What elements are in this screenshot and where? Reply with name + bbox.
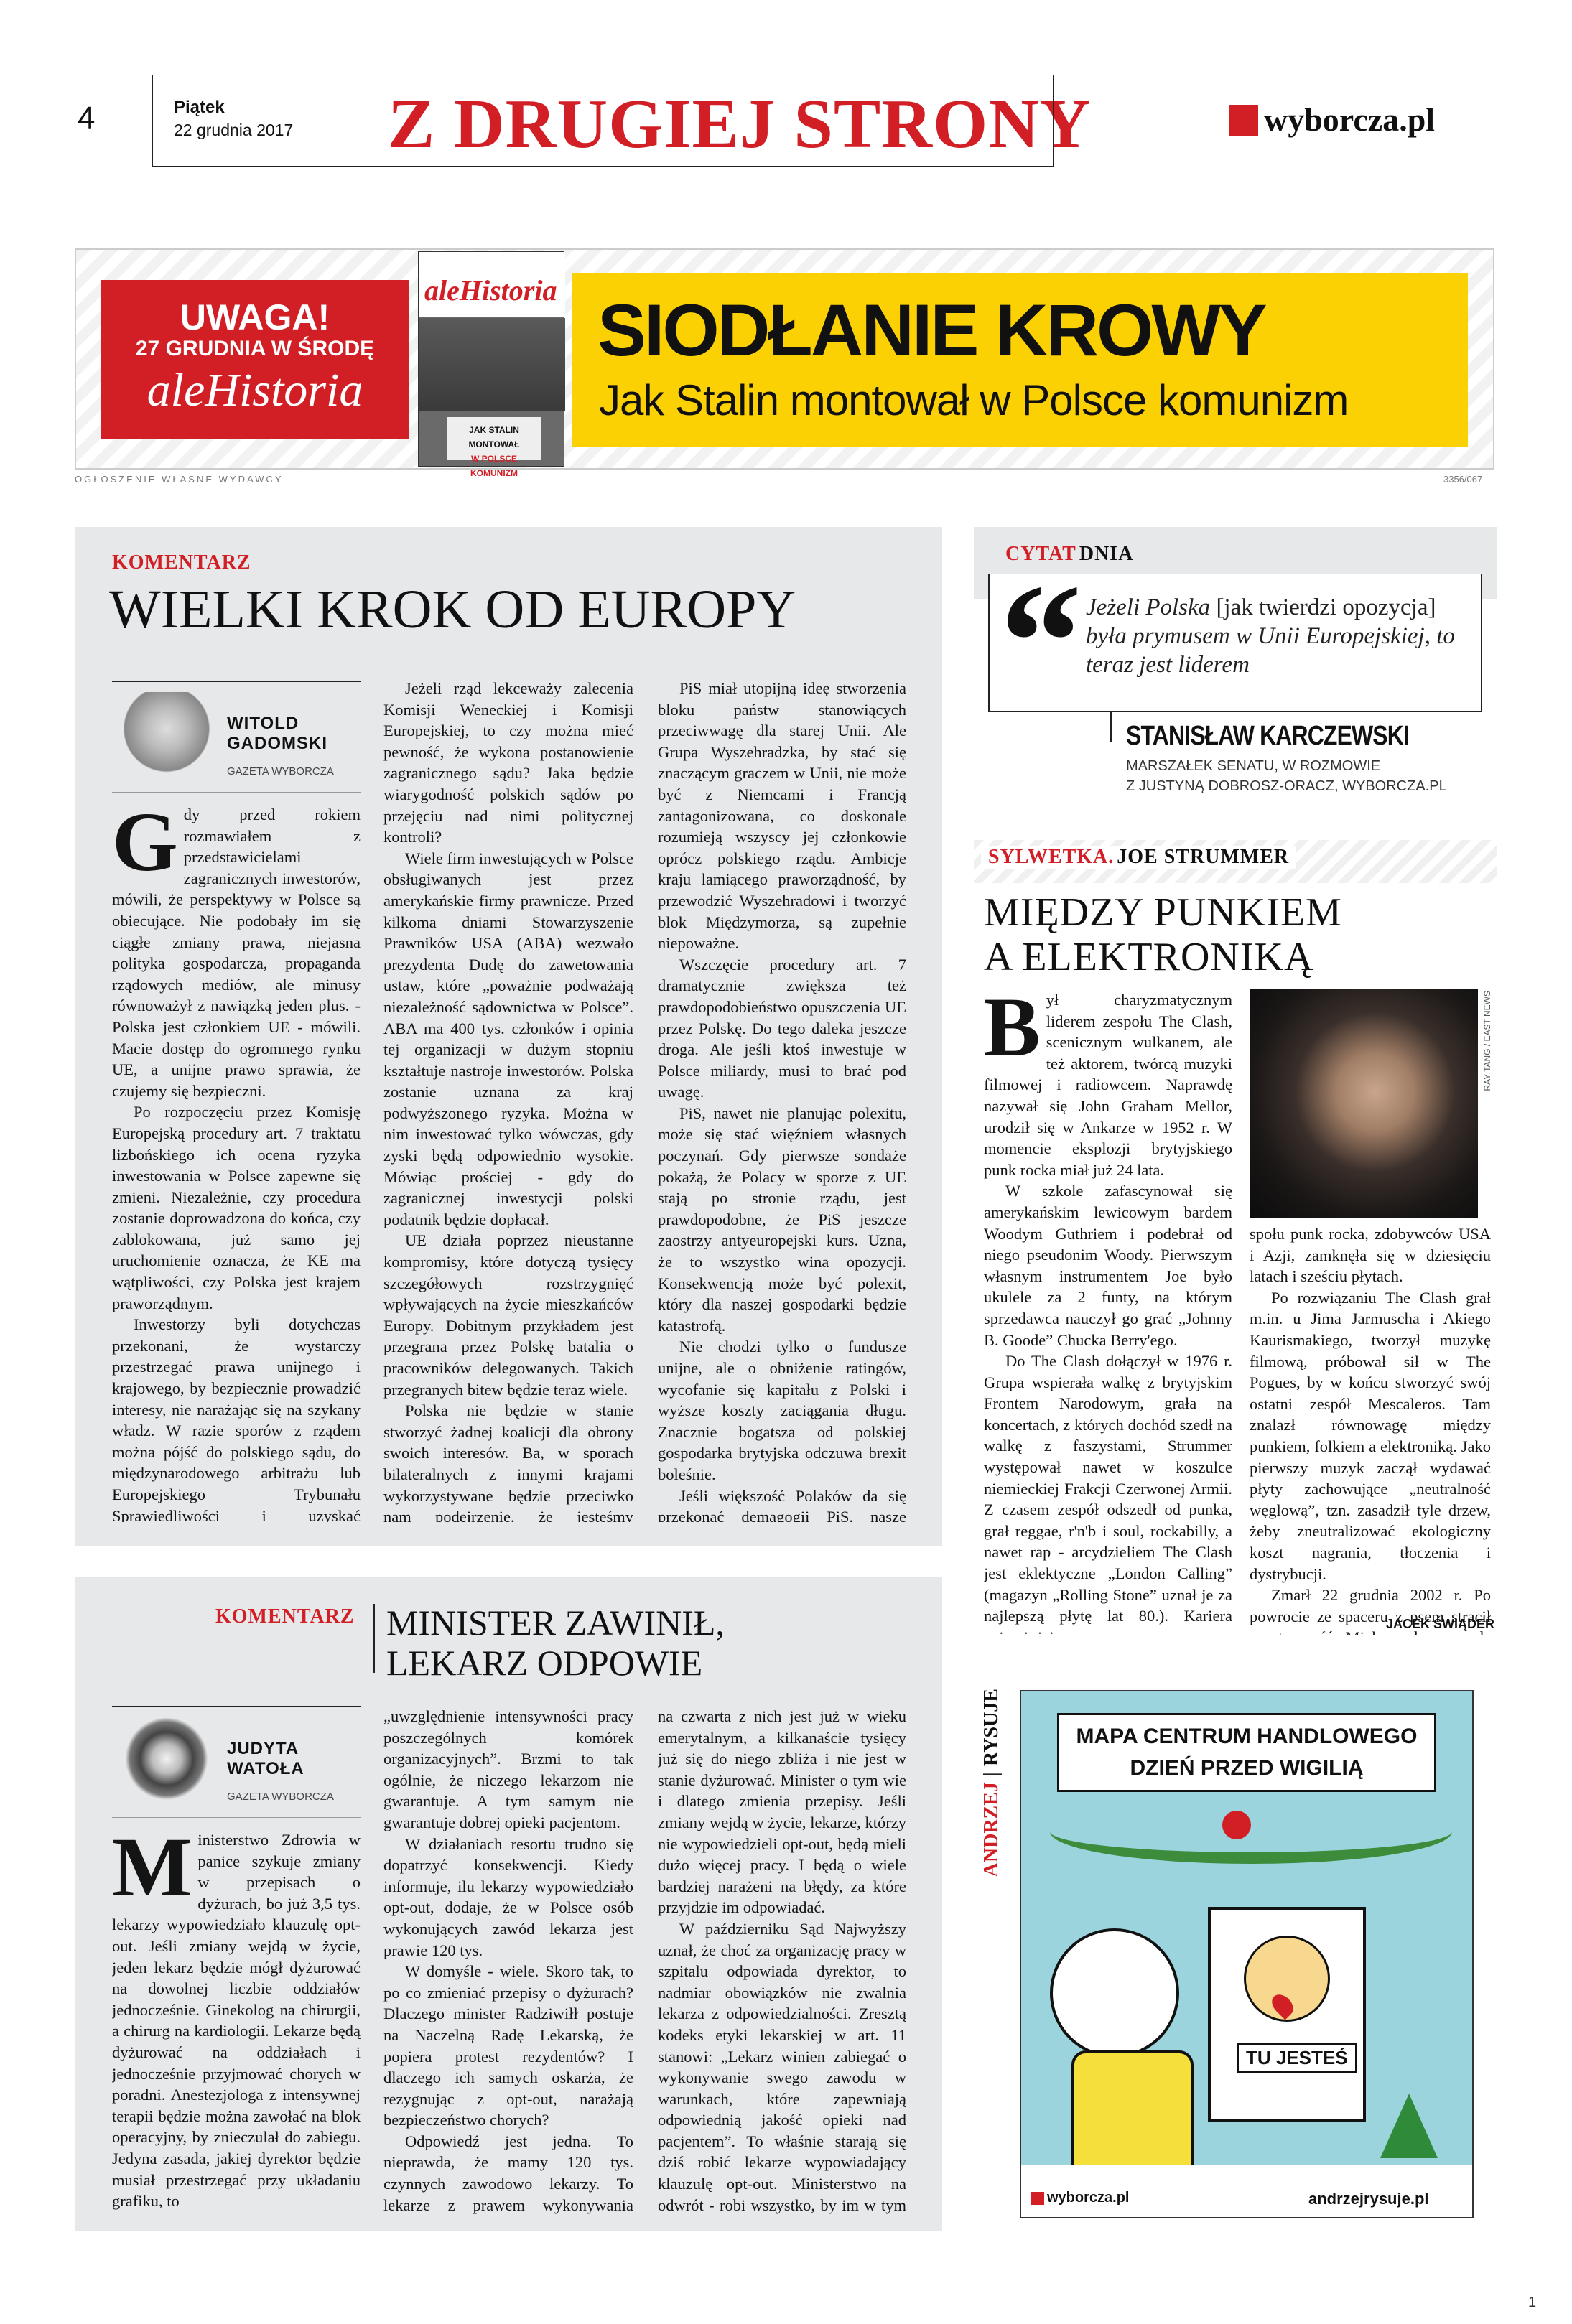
commentary-1-column-1: G dy przed rokiem rozmawiałem z przedsta…: [112, 804, 361, 1522]
ad-cover-image: aleHistoria JAK STALIN MONTOWAŁ W POLSCE…: [418, 251, 565, 478]
ad-banner[interactable]: UWAGA! 27 GRUDNIA W ŚRODĘ aleHistoria al…: [75, 248, 1494, 478]
quote-author-role-2: Z JUSTYNĄ DOBROSZ-ORACZ, WYBORCZA.PL: [1126, 778, 1447, 794]
quote-author: STANISŁAW KARCZEWSKI: [1126, 721, 1410, 751]
christmas-tree-icon: [1380, 2094, 1438, 2158]
cartoon-title-banner: MAPA CENTRUM HANDLOWEGO DZIEŃ PRZED WIGI…: [1057, 1713, 1436, 1792]
cartoon-frame: MAPA CENTRUM HANDLOWEGO DZIEŃ PRZED WIGI…: [1020, 1690, 1474, 2218]
profile-signature: JACEK ŚWIĄDER: [1386, 1617, 1495, 1631]
quote-author-role-1: MARSZAŁEK SENATU, W ROZMOWIE: [1126, 758, 1381, 774]
dropcap: G: [112, 804, 178, 889]
issue-day: Piątek: [174, 98, 225, 117]
ad-yellow-box: SIODŁANIE KROWY Jak Stalin montował w Po…: [572, 273, 1468, 447]
commentary-1-kicker: KOMENTARZ: [112, 551, 251, 574]
quote-text: Jeżeli Polska [jak twierdzi opozycja] by…: [1086, 594, 1455, 678]
wyborcza-logo[interactable]: wyborcza.pl: [1229, 101, 1459, 141]
profile-kicker: SYLWETKA. JOE STRUMMER: [981, 846, 1297, 869]
section-title: Z DRUGIEJ STRONY: [388, 85, 1092, 163]
garland-decoration: [1050, 1799, 1452, 1864]
commentary-2-kicker: KOMENTARZ: [215, 1605, 355, 1628]
profile-column-1: B ył charyzmatycznym liderem zespołu The…: [984, 989, 1232, 1635]
profile-column-2: społu punk rocka, zdobywców USA i Azji, …: [1250, 1223, 1491, 1635]
page-corner-number: 1: [1528, 2295, 1537, 2310]
ad-footer-left: OGŁOSZENIE WŁASNE WYDAWCY: [75, 474, 284, 485]
author-box-1: WITOLD GADOMSKI GAZETA WYBORCZA: [112, 681, 361, 793]
logo-red-square: [1229, 105, 1258, 136]
ad-red-box: UWAGA! 27 GRUDNIA W ŚRODĘ aleHistoria: [101, 280, 409, 439]
dropcap: M: [112, 1829, 192, 1914]
commentary-1-title: WIELKI KROK OD EUROPY: [109, 579, 796, 640]
character-body: [1071, 2050, 1194, 2173]
ad-footer-right: 3356/067: [1443, 474, 1483, 485]
cartoon-logo: wyborcza.pl: [1031, 2190, 1129, 2206]
dropcap: B: [984, 989, 1041, 1074]
character-head: [1050, 1928, 1179, 2058]
author-box-2: JUDYTA WATOŁA GAZETA WYBORCZA: [112, 1706, 361, 1818]
commentary-2-column-2: „uwzględnienie intensywności pracy poszc…: [383, 1707, 633, 2214]
quote-mark-icon: “: [1000, 550, 1082, 733]
commentary-1-column-2: Jeżeli rząd lekceważy zalecenia Komisji …: [383, 679, 633, 1522]
commentary-1-column-3: PiS miał utopijną ideę stworzenia bloku …: [658, 678, 906, 1522]
joe-strummer-photo: [1250, 989, 1478, 1218]
profile-title: MIĘDZY PUNKIEM A ELEKTRONIKĄ: [984, 890, 1342, 979]
commentary-2-column-3: na czwarta z nich jest już w wieku emery…: [658, 1706, 906, 2217]
bow-icon: [1222, 1811, 1251, 1839]
cartoon-signature: andrzejrysuje.pl: [1308, 2190, 1429, 2208]
cartoon-label: ANDRZEJ|RYSUJE: [980, 1689, 1003, 1877]
issue-date: 22 grudnia 2017: [174, 121, 294, 139]
commentary-2-column-1: M inisterstwo Zdrowia w panice szykuje z…: [112, 1829, 361, 2211]
photo-credit: RAY TANG / EAST NEWS: [1482, 991, 1492, 1091]
commentary-2-title: MINISTER ZAWINIŁ, LEKARZ ODPOWIE: [386, 1602, 725, 1683]
page-number: 4: [78, 101, 96, 136]
map-label: TU JESTEŚ: [1237, 2043, 1357, 2073]
author-photo-watola: [124, 1717, 210, 1809]
author-photo-gadomski: [124, 692, 210, 784]
